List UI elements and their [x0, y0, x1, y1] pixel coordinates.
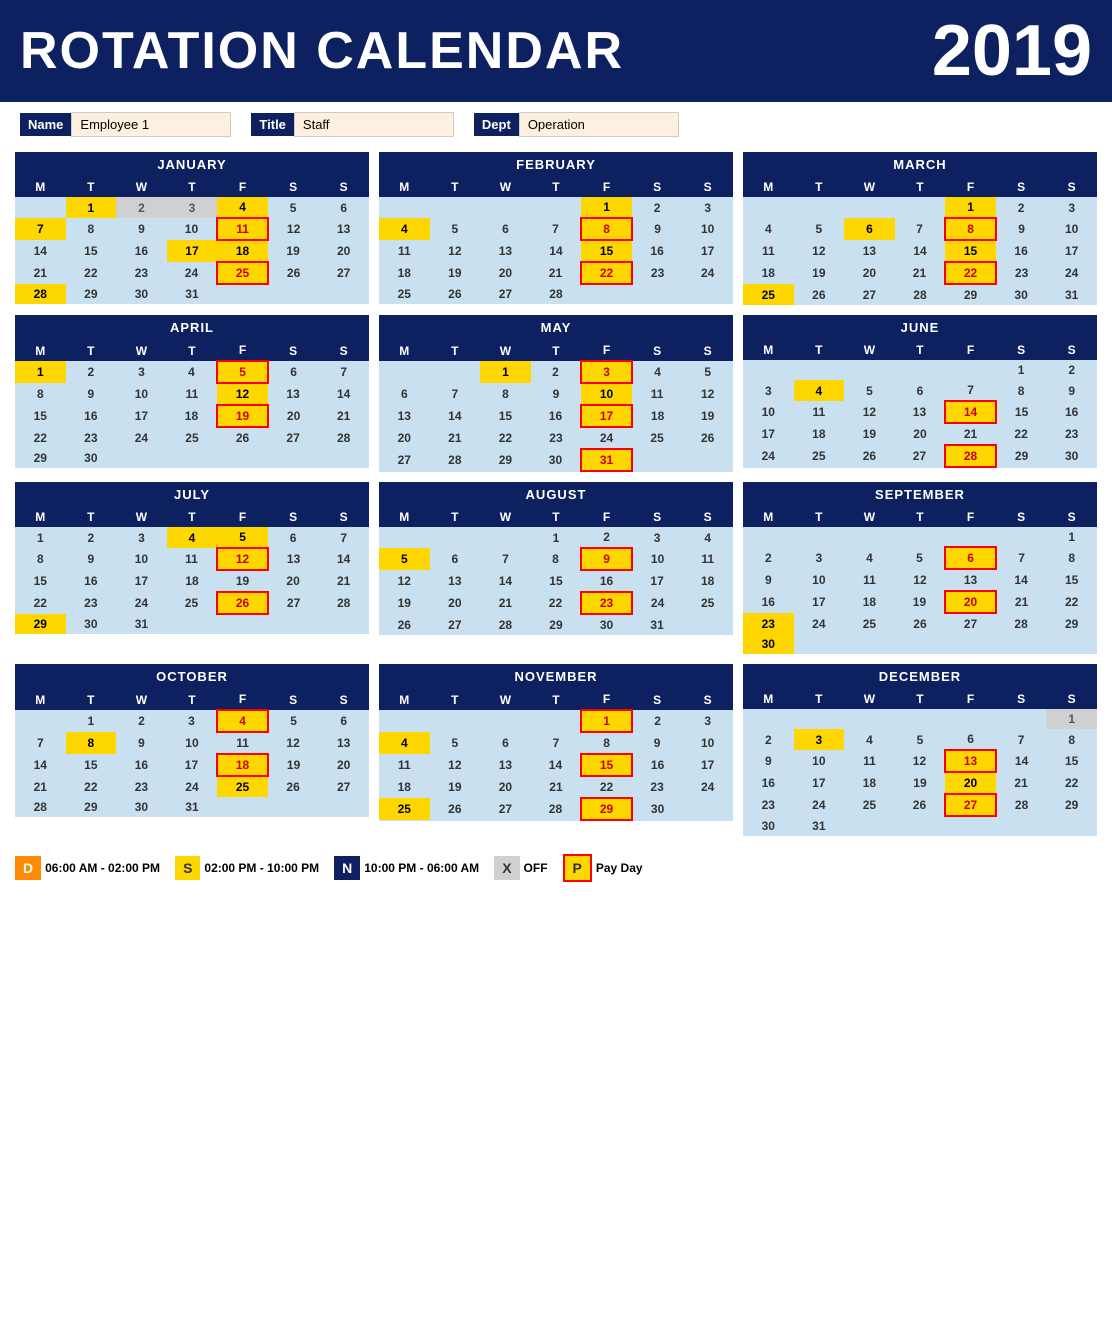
dept-value: Operation [519, 112, 679, 137]
name-value: Employee 1 [71, 112, 231, 137]
dept-label: Dept [474, 113, 519, 136]
legend-bar: D 06:00 AM - 02:00 PM S 02:00 PM - 10:00… [0, 846, 1112, 890]
may-calendar: MAY MTWTFSS 1 2 3 4 5 6 7 8 9 10 11 12 [379, 315, 733, 472]
february-calendar: FEBRUARY MTWTFSS 1 2 3 4 5 6 7 8 9 1 [379, 152, 733, 305]
may-header: MAY [379, 315, 733, 340]
april-calendar: APRIL MTWTFSS 1 2 3 4 5 6 7 8 9 10 11 12… [15, 315, 369, 472]
september-header: SEPTEMBER [743, 482, 1097, 507]
november-calendar: NOVEMBER MTWTFSS 1 2 3 4 5 6 7 8 9 1 [379, 664, 733, 836]
legend-x: X OFF [494, 856, 557, 880]
app-title: ROTATION CALENDAR [20, 21, 624, 81]
october-calendar: OCTOBER MTWTFSS 1 2 3 4 5 6 7 8 9 10 11 … [15, 664, 369, 836]
june-header: JUNE [743, 315, 1097, 340]
july-calendar: JULY MTWTFSS 1 2 3 4 5 6 7 8 9 10 11 12 … [15, 482, 369, 654]
legend-p-text: Pay Day [596, 861, 643, 875]
legend-n: N 10:00 PM - 06:00 AM [334, 856, 489, 880]
info-bar: Name Employee 1 Title Staff Dept Operati… [0, 102, 1112, 147]
january-header: JANUARY [15, 152, 369, 177]
name-field: Name Employee 1 [20, 112, 231, 137]
year-label: 2019 [932, 10, 1092, 92]
september-calendar: SEPTEMBER MTWTFSS 1 2 3 4 5 6 7 8 [743, 482, 1097, 654]
legend-s-text: 02:00 PM - 10:00 PM [204, 861, 319, 875]
legend-p-badge: P [563, 854, 592, 882]
december-calendar: DECEMBER MTWTFSS 1 2 3 4 5 6 7 8 [743, 664, 1097, 836]
june-calendar: JUNE MTWTFSS 1 2 3 4 5 6 7 8 9 [743, 315, 1097, 472]
title-label: Title [251, 113, 294, 136]
april-header: APRIL [15, 315, 369, 340]
november-header: NOVEMBER [379, 664, 733, 689]
august-calendar: AUGUST MTWTFSS 1 2 3 4 5 6 7 8 9 10 1 [379, 482, 733, 654]
legend-d-badge: D [15, 856, 41, 880]
legend-s-badge: S [175, 856, 200, 880]
august-header: AUGUST [379, 482, 733, 507]
title-field: Title Staff [251, 112, 454, 137]
legend-d-text: 06:00 AM - 02:00 PM [45, 861, 160, 875]
january-calendar: JANUARY MTWTFSS 1 2 3 4 5 6 7 8 9 10 11 … [15, 152, 369, 305]
title-value: Staff [294, 112, 454, 137]
dept-field: Dept Operation [474, 112, 679, 137]
legend-x-text: OFF [524, 861, 548, 875]
legend-s: S 02:00 PM - 10:00 PM [175, 856, 329, 880]
legend-d: D 06:00 AM - 02:00 PM [15, 856, 170, 880]
calendars-grid: JANUARY MTWTFSS 1 2 3 4 5 6 7 8 9 10 11 … [0, 147, 1112, 841]
december-header: DECEMBER [743, 664, 1097, 689]
legend-n-text: 10:00 PM - 06:00 AM [364, 861, 479, 875]
legend-p: P Pay Day [563, 854, 653, 882]
march-header: MARCH [743, 152, 1097, 177]
legend-n-badge: N [334, 856, 360, 880]
legend-x-badge: X [494, 856, 519, 880]
march-calendar: MARCH MTWTFSS 1 2 3 4 5 6 7 8 9 10 [743, 152, 1097, 305]
july-header: JULY [15, 482, 369, 507]
october-header: OCTOBER [15, 664, 369, 689]
name-label: Name [20, 113, 71, 136]
february-header: FEBRUARY [379, 152, 733, 177]
header: ROTATION CALENDAR 2019 [0, 0, 1112, 102]
